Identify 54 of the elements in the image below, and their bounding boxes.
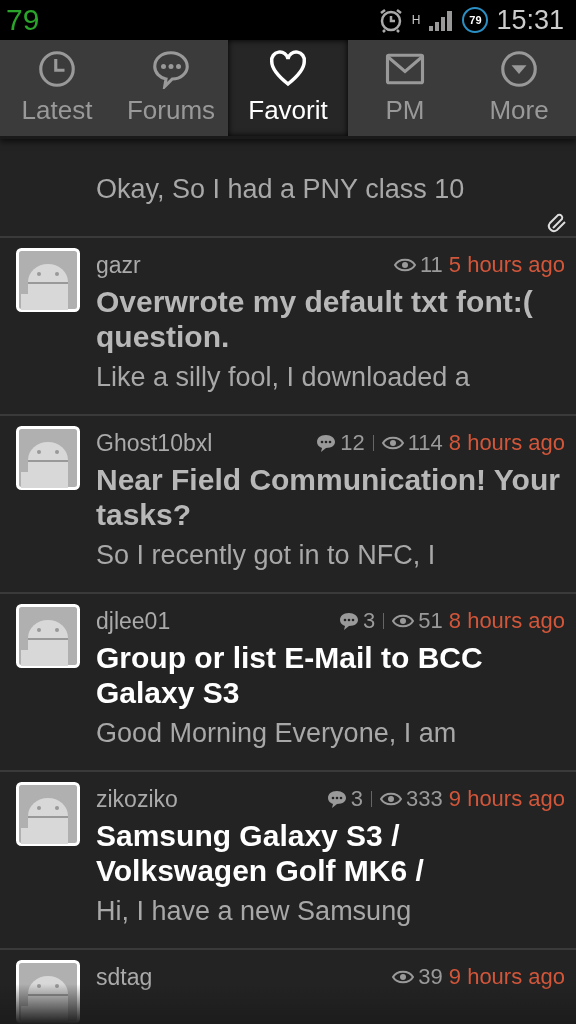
author-name: Ghost10bxl [96,429,214,457]
topic-title[interactable]: Samsung Galaxy S3 / Volkswagen Golf MK6 / [96,818,565,888]
topic-title[interactable]: Group or list E-Mail to BCC Galaxy S3 [96,640,565,710]
topic-preview: So I recently got in to NFC, I [96,540,437,571]
dropdown-icon [499,49,539,89]
tab[interactable]: Forums [114,40,228,136]
tab[interactable]: PM [348,40,462,136]
eye-icon [380,792,403,806]
chat-bubble-icon [151,49,191,89]
post-time: 5 hours ago [448,252,565,278]
post-time: 8 hours ago [448,430,565,456]
clock-icon [37,49,77,89]
author-name: sdtag [96,963,154,991]
heart-icon [268,49,308,89]
reply-count: 3 [363,608,376,634]
avatar-icon [16,604,80,668]
eye-icon [392,614,415,628]
view-count: 333 [406,786,443,812]
view-count: 11 [419,252,443,278]
eye-icon [392,970,415,984]
signal-icon [428,9,455,31]
eye-icon [393,258,416,272]
reply-count: 12 [340,430,365,456]
topic-preview: Like a silly fool, I downloaded a [96,362,471,393]
topic-title[interactable]: Overwrote my default txt font:( question. [96,284,565,354]
chat-bubble-icon [326,790,347,808]
tab[interactable]: Latest [0,40,114,136]
author-name: gazr [96,251,142,279]
avatar-icon [16,960,80,1024]
topic-preview: Okay, So I had a PNY class 10 [96,174,465,205]
chat-bubble-icon [339,612,360,630]
tab[interactable]: Favorit [228,40,348,136]
network-type: H [411,14,421,26]
battery-indicator: 79 [462,7,489,33]
topic-preview: Hi, I have a new Samsung [96,896,413,927]
chat-bubble-icon [316,434,337,452]
reply-count: 3 [350,786,364,812]
post-time: 9 hours ago [448,964,565,990]
tab[interactable]: More [462,40,576,136]
view-count: 51 [418,608,443,634]
post-time: 9 hours ago [448,786,565,812]
view-count: 39 [418,964,443,990]
topic-title[interactable]: Near Field Communication! Your tasks? [96,462,565,532]
avatar-icon [16,248,80,312]
author-name: zikoziko [96,785,179,813]
view-count: 114 [407,430,443,456]
avatar-icon [16,426,80,490]
author-name: djlee01 [96,607,172,635]
notification-count: 79 [6,3,40,37]
clock-time: 15:31 [496,4,564,36]
topic-preview: Good Morning Everyone, I am [96,718,458,749]
avatar-icon [16,782,80,846]
eye-icon [381,436,404,450]
post-time: 8 hours ago [448,608,565,634]
